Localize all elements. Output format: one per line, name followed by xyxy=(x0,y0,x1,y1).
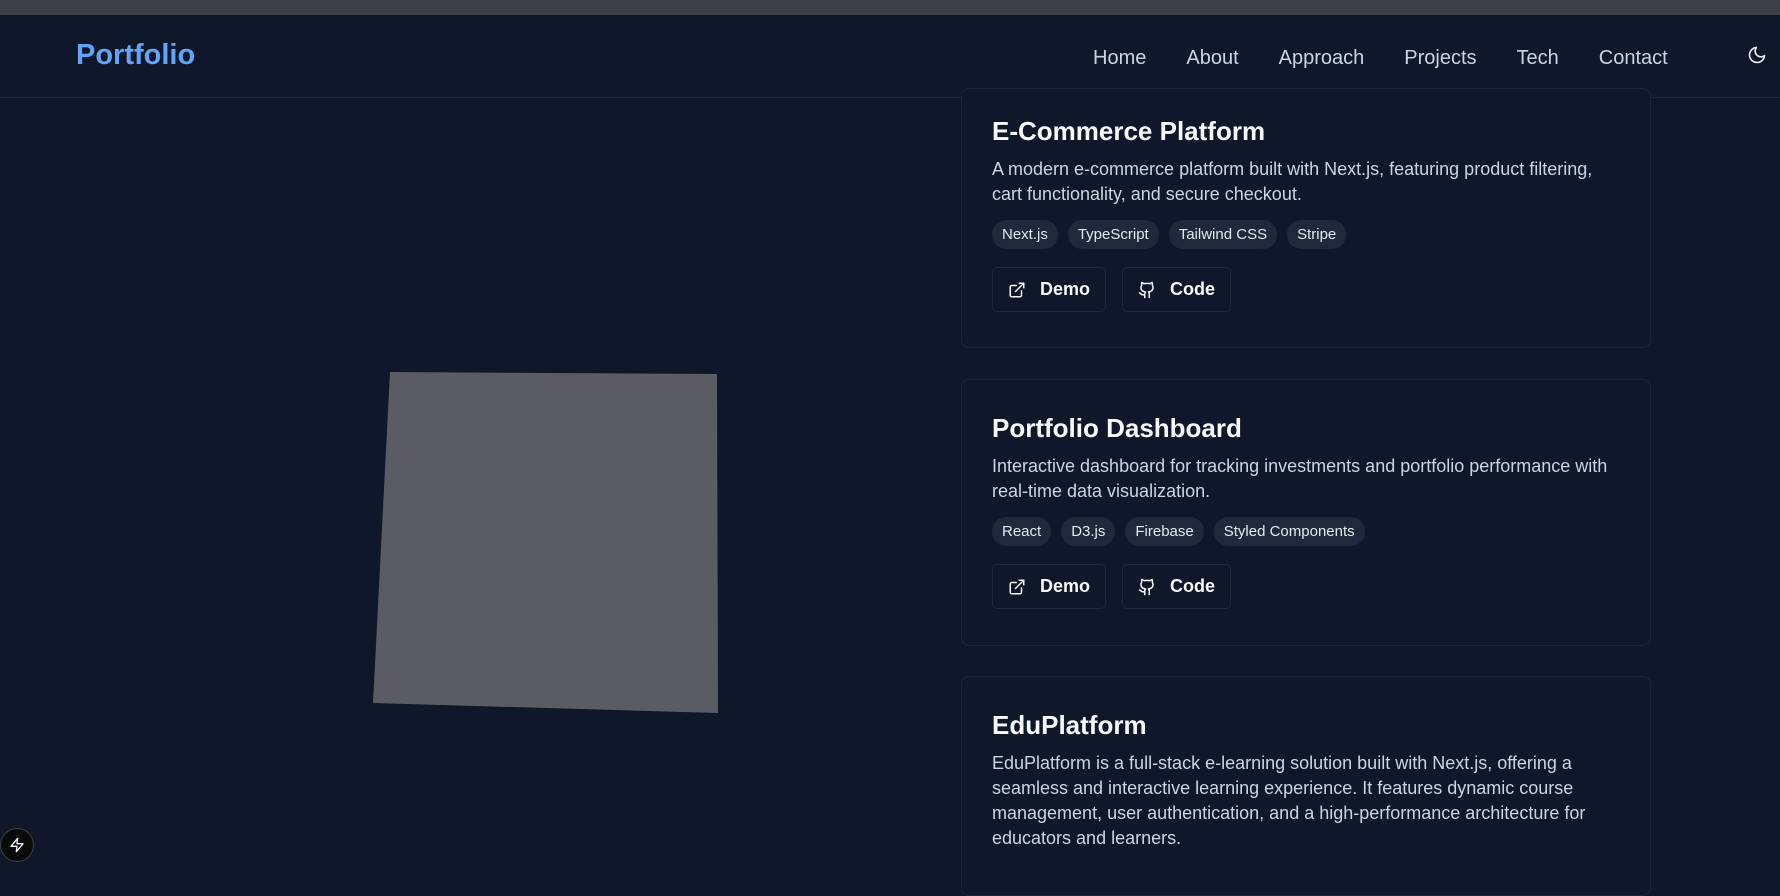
project-title: E-Commerce Platform xyxy=(992,116,1266,146)
code-label: Code xyxy=(1170,576,1216,596)
project-card-ecommerce: E-Commerce Platform A modern e-commerce … xyxy=(961,88,1651,348)
lightning-icon xyxy=(10,837,24,853)
tag-list: Next.js TypeScript Tailwind CSS Stripe xyxy=(992,220,1620,249)
tag: TypeScript xyxy=(1067,220,1159,249)
project-card-eduplatform: EduPlatform EduPlatform is a full-stack … xyxy=(961,676,1651,896)
tag: Stripe xyxy=(1287,220,1347,249)
code-button[interactable]: Code xyxy=(1122,267,1232,312)
code-button[interactable]: Code xyxy=(1122,564,1232,609)
project-actions: Demo Code xyxy=(992,267,1620,312)
brand-logo[interactable]: Portfolio xyxy=(76,39,195,72)
rotating-square xyxy=(373,372,718,713)
project-title: Portfolio Dashboard xyxy=(992,413,1242,443)
tag: Styled Components xyxy=(1213,517,1365,546)
tag: D3.js xyxy=(1061,517,1116,546)
project-card-dashboard: Portfolio Dashboard Interactive dashboar… xyxy=(961,379,1651,646)
code-label: Code xyxy=(1170,279,1216,299)
github-icon xyxy=(1138,578,1154,595)
tag: Next.js xyxy=(992,220,1058,249)
project-description: A modern e-commerce platform built with … xyxy=(992,159,1593,204)
nav-tech[interactable]: Tech xyxy=(1517,45,1559,71)
demo-button[interactable]: Demo xyxy=(992,267,1107,312)
demo-label: Demo xyxy=(1040,279,1091,299)
tag: React xyxy=(992,517,1052,546)
demo-label: Demo xyxy=(1040,576,1091,596)
nav-projects[interactable]: Projects xyxy=(1404,45,1476,71)
demo-button[interactable]: Demo xyxy=(992,564,1107,609)
project-preview-visual xyxy=(373,372,719,715)
nav-home[interactable]: Home xyxy=(1093,45,1146,71)
main-nav: Home About Approach Projects Tech Contac… xyxy=(1093,45,1708,71)
project-title: EduPlatform xyxy=(992,710,1147,740)
dev-tools-badge[interactable] xyxy=(0,828,34,862)
nav-approach[interactable]: Approach xyxy=(1279,45,1365,71)
theme-toggle-button[interactable] xyxy=(1747,45,1771,69)
external-link-icon xyxy=(1009,282,1025,297)
site-header: Portfolio Home About Approach Projects T… xyxy=(0,15,1780,98)
browser-top-strip xyxy=(0,0,1780,15)
nav-contact[interactable]: Contact xyxy=(1599,45,1668,71)
nav-about[interactable]: About xyxy=(1186,45,1238,71)
external-link-icon xyxy=(1009,579,1025,594)
tag: Firebase xyxy=(1125,517,1204,546)
tag: Tailwind CSS xyxy=(1168,220,1278,249)
tag-list: React D3.js Firebase Styled Components xyxy=(992,517,1620,546)
project-description: EduPlatform is a full-stack e-learning s… xyxy=(992,753,1586,848)
project-description: Interactive dashboard for tracking inves… xyxy=(992,456,1608,501)
project-actions: Demo Code xyxy=(992,564,1620,609)
github-icon xyxy=(1138,281,1154,298)
moon-icon xyxy=(1748,46,1766,64)
